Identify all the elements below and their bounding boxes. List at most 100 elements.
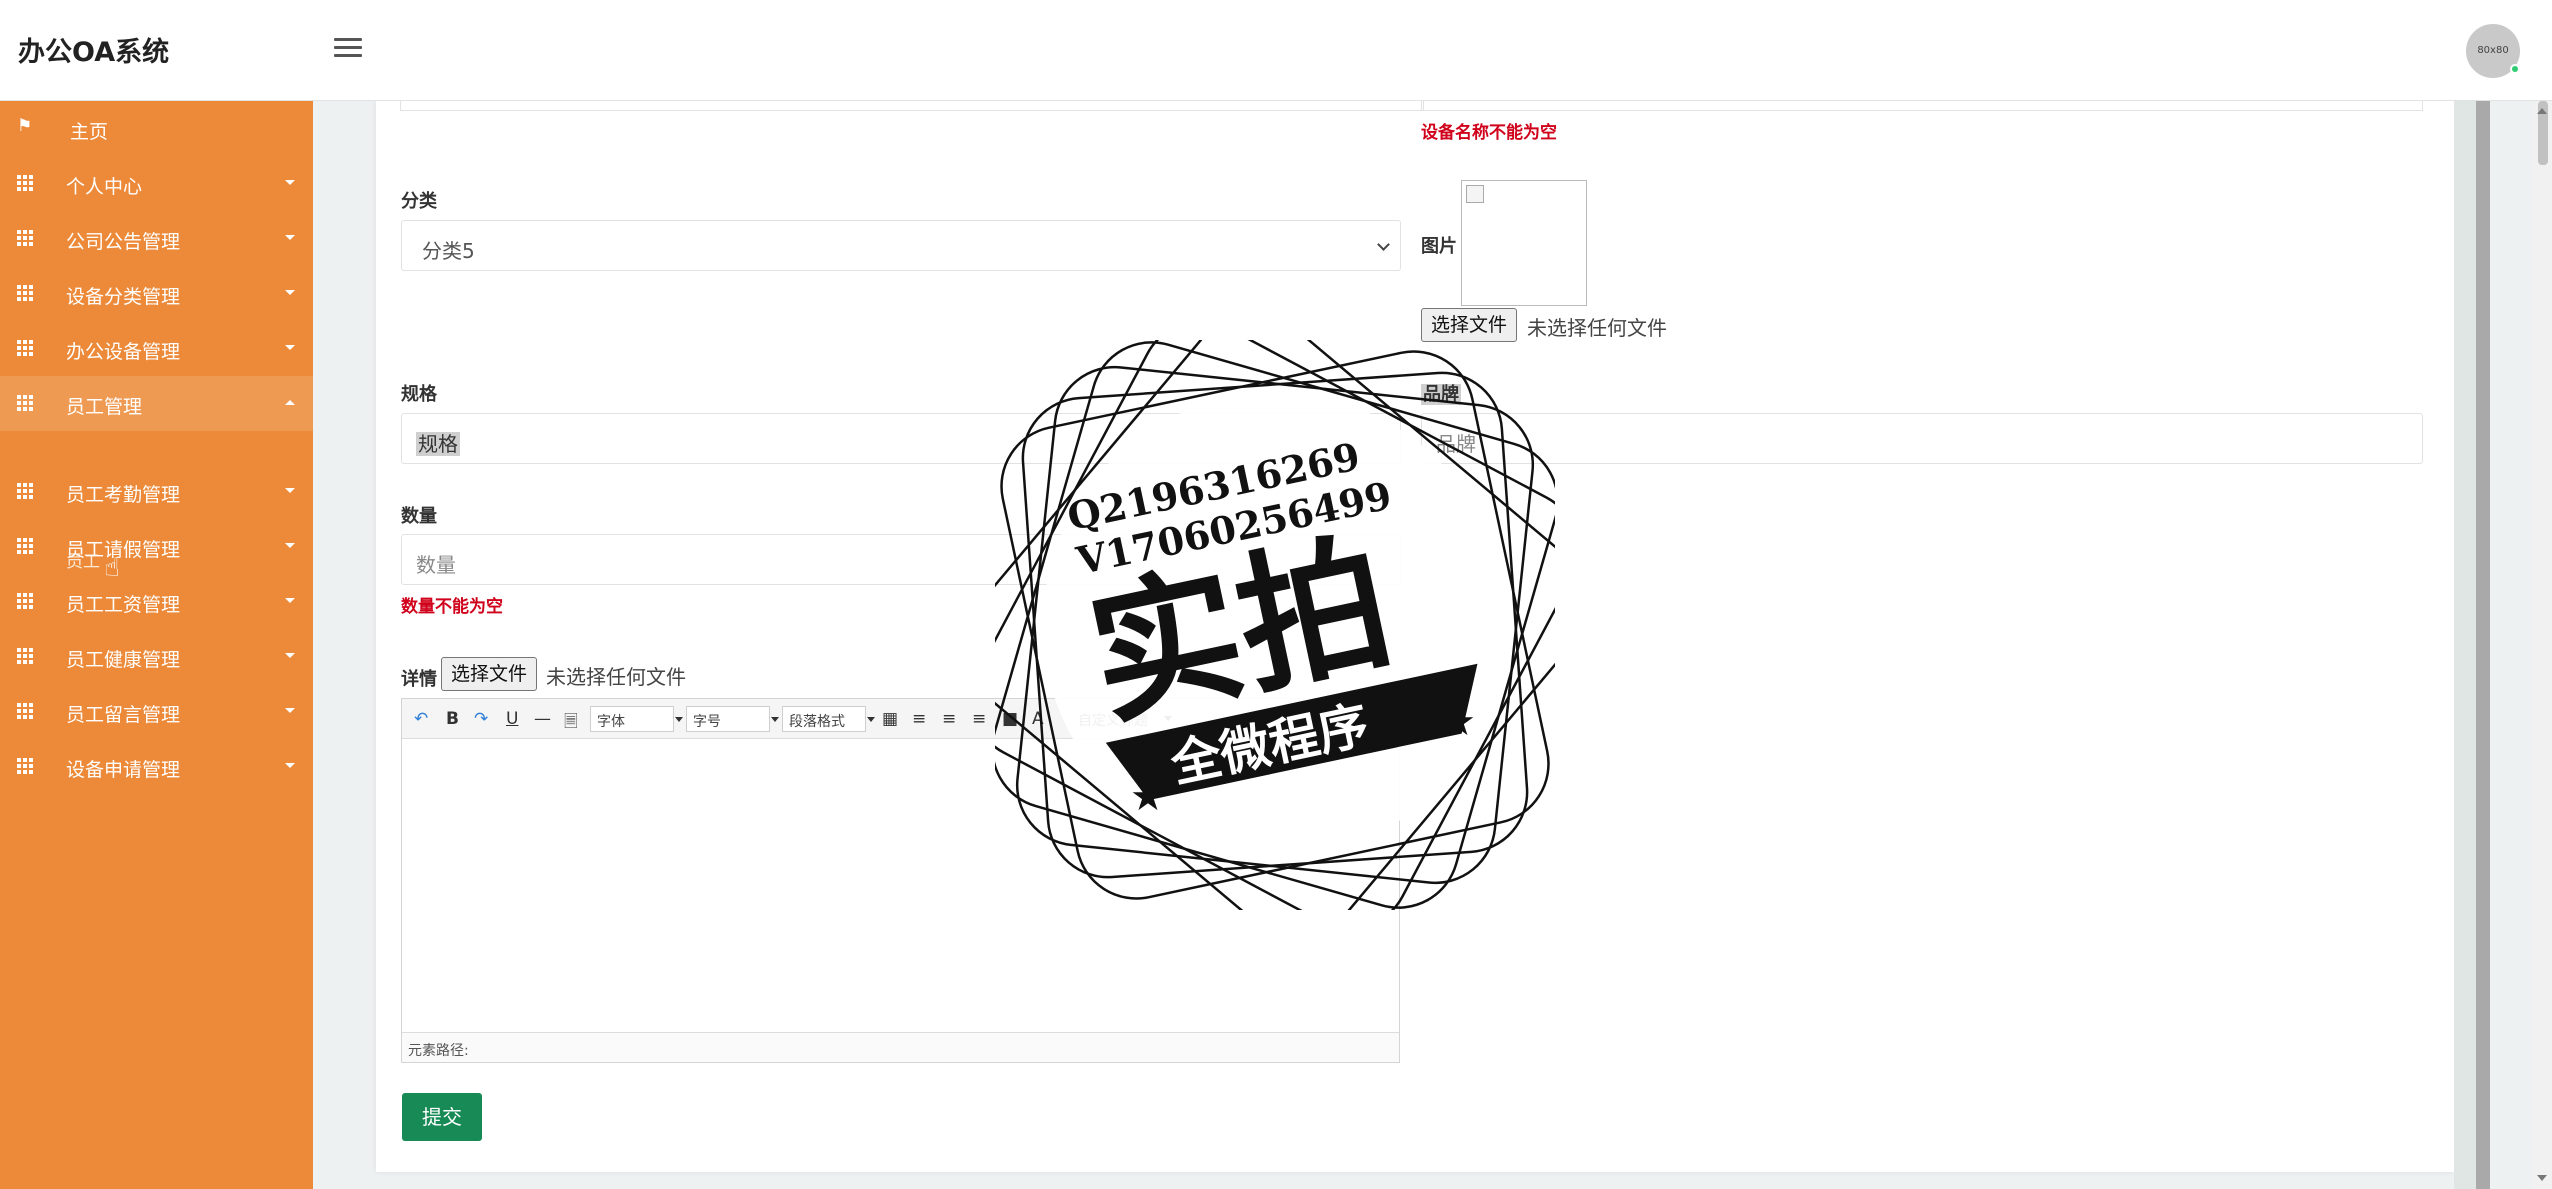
image-preview <box>1461 180 1587 306</box>
spec-label: 规格 <box>401 384 437 405</box>
sidebar-item-label: 办公设备管理 <box>66 341 181 363</box>
sidebar-item-personal-center[interactable]: 个人中心 <box>0 156 313 211</box>
sidebar-item-label: 个人中心 <box>66 176 143 198</box>
sidebar-item-label: 员工留言管理 <box>66 704 181 726</box>
brand-placeholder: 品牌 <box>1436 432 1476 456</box>
align-right-icon[interactable]: ≡ <box>942 709 956 729</box>
sidebar-item-announcements[interactable]: 公司公告管理 <box>0 211 313 266</box>
page-scrollbar[interactable] <box>2532 101 2552 1189</box>
grid-icon <box>17 483 33 499</box>
sidebar-item-home[interactable]: ⚑ 主页 <box>0 101 313 156</box>
category-select[interactable]: 分类5 <box>401 220 1401 271</box>
font-size-select[interactable]: 字号 <box>686 706 779 732</box>
image-file-button[interactable]: 选择文件 <box>1421 308 1518 342</box>
sidebar-item-salary[interactable]: 员工工资管理 <box>0 574 313 629</box>
details-file-status: 未选择任何文件 <box>546 665 686 689</box>
redo-icon[interactable]: ↷ <box>474 709 488 729</box>
name-error: 设备名称不能为空 <box>1421 123 1557 143</box>
image-label: 图片 <box>1421 236 1457 257</box>
inner-scrollbar[interactable] <box>2476 101 2490 1189</box>
chevron-down-icon <box>1377 238 1390 251</box>
chevron-down-icon <box>285 290 295 295</box>
device-code-input[interactable] <box>1421 101 2423 111</box>
chevron-down-icon <box>285 653 295 658</box>
brand-input[interactable]: 品牌 <box>1421 413 2423 464</box>
sidebar-item-leave[interactable]: 员工请假管理 <box>0 519 313 574</box>
top-bar: 办公OA系统 80x80 <box>0 0 2552 101</box>
chevron-down-icon <box>285 763 295 768</box>
sidebar-item-device-requests[interactable]: 设备申请管理 <box>0 739 313 794</box>
brand-label: 品牌 <box>1421 384 1461 405</box>
sidebar-item-label: 主页 <box>70 121 109 143</box>
bold-icon[interactable]: B <box>446 709 459 729</box>
chevron-down-icon <box>285 708 295 713</box>
spec-placeholder: 规格 <box>416 432 460 456</box>
chevron-down-icon <box>285 180 295 185</box>
custom-title-select[interactable]: 自定义标题 <box>1072 706 1172 732</box>
spec-input[interactable]: 规格 <box>401 413 1401 464</box>
rich-text-editor[interactable]: ↶ B ↷ U — 🗏 字体 字号 段落格式 ▦ ≡ ≡ ≡ ■ A 自定义标题… <box>401 698 1400 1063</box>
chevron-down-icon <box>285 488 295 493</box>
sidebar: ⚑ 主页 个人中心 公司公告管理 设备分类管理 办公设备管理 员工管理 员工 员… <box>0 101 313 1189</box>
sidebar-item-messages[interactable]: 员工留言管理 <box>0 684 313 739</box>
category-selected-value: 分类5 <box>422 239 475 263</box>
editor-element-path: 元素路径: <box>402 1032 1399 1062</box>
grid-icon <box>17 703 33 719</box>
flag-icon: ⚑ <box>17 116 33 136</box>
grid-icon <box>17 538 33 554</box>
chevron-down-icon <box>285 345 295 350</box>
online-status-dot <box>2510 64 2520 74</box>
chevron-down-icon <box>285 543 295 548</box>
grid-icon <box>17 648 33 664</box>
scroll-down-icon[interactable] <box>2537 1175 2547 1181</box>
sidebar-item-label: 设备申请管理 <box>66 759 181 781</box>
sidebar-item-label: 员工管理 <box>66 396 143 418</box>
sidebar-item-employees[interactable]: 员工管理 <box>0 376 313 431</box>
sidebar-item-label: 员工工资管理 <box>66 594 181 616</box>
sidebar-item-label: 公司公告管理 <box>66 231 181 253</box>
category-label: 分类 <box>401 191 437 212</box>
paragraph-select[interactable]: 段落格式 <box>782 706 875 732</box>
sidebar-item-label: 设备分类管理 <box>66 286 181 308</box>
font-color-icon[interactable]: A <box>1032 709 1044 729</box>
font-family-select[interactable]: 字体 <box>590 706 683 732</box>
grid-icon <box>17 758 33 774</box>
grid-icon <box>17 395 33 411</box>
align-justify-icon[interactable]: ■ <box>1002 709 1018 729</box>
sidebar-item-attendance[interactable]: 员工考勤管理 <box>0 464 313 519</box>
editor-toolbar: ↶ B ↷ U — 🗏 字体 字号 段落格式 ▦ ≡ ≡ ≡ ■ A 自定义标题 <box>402 699 1399 739</box>
broken-image-icon <box>1466 185 1484 203</box>
align-left-icon[interactable]: ≡ <box>912 709 926 729</box>
table-icon[interactable]: ▦ <box>882 709 898 729</box>
content-edge <box>2454 101 2476 1189</box>
chevron-down-icon <box>285 598 295 603</box>
mouse-cursor-icon: ☝ <box>104 553 120 583</box>
submit-button[interactable]: 提交 <box>402 1093 482 1141</box>
menu-toggle-icon[interactable] <box>334 38 362 60</box>
sidebar-item-label: 员工请假管理 <box>66 539 181 561</box>
quantity-error: 数量不能为空 <box>401 597 503 617</box>
quantity-placeholder: 数量 <box>416 553 456 577</box>
undo-icon[interactable]: ↶ <box>414 709 428 729</box>
details-label: 详情 <box>401 669 437 690</box>
details-file-button[interactable]: 选择文件 <box>441 657 538 691</box>
horizontal-rule-icon[interactable]: — <box>534 709 551 729</box>
device-name-input[interactable] <box>400 101 1424 111</box>
image-file-status: 未选择任何文件 <box>1527 316 1667 340</box>
chevron-up-icon <box>285 400 295 405</box>
sidebar-item-label: 员工健康管理 <box>66 649 181 671</box>
sidebar-item-label: 员工考勤管理 <box>66 484 181 506</box>
underline-icon[interactable]: U <box>506 709 518 729</box>
grid-icon <box>17 285 33 301</box>
scroll-up-icon[interactable] <box>2537 108 2547 114</box>
app-title: 办公OA系统 <box>18 37 170 68</box>
grid-icon <box>17 230 33 246</box>
document-icon[interactable]: 🗏 <box>564 709 578 738</box>
quantity-label: 数量 <box>401 506 437 527</box>
grid-icon <box>17 340 33 356</box>
sidebar-item-office-devices[interactable]: 办公设备管理 <box>0 321 313 376</box>
quantity-input[interactable]: 数量 <box>401 534 1401 585</box>
align-center-icon[interactable]: ≡ <box>972 709 986 729</box>
sidebar-item-device-category[interactable]: 设备分类管理 <box>0 266 313 321</box>
sidebar-item-health[interactable]: 员工健康管理 <box>0 629 313 684</box>
